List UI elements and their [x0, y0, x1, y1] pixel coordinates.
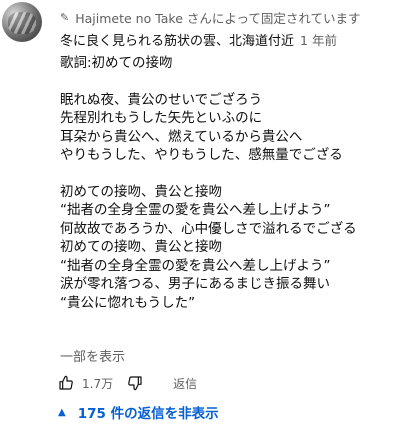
comment-header: 冬に良く見られる筋状の雲、北海道付近 1 年前	[60, 30, 337, 49]
thumbs-down-icon	[128, 376, 142, 391]
comment-text: 歌詞:初めての接吻 眠れぬ夜、貴公のせいでござろう 先程別れもうした矢先といふの…	[60, 54, 357, 312]
comment-avatar[interactable]	[2, 2, 42, 42]
comment-line-gap	[60, 165, 357, 183]
comment-line: 涙が零れ落つる、男子にあるまじき振る舞い	[60, 276, 330, 292]
comment-actions: 1.7万 返信	[58, 374, 197, 392]
pin-icon: ✎	[60, 11, 70, 24]
reply-button[interactable]: 返信	[173, 375, 197, 392]
like-count: 1.7万	[82, 376, 114, 391]
comment-line-gap	[60, 73, 357, 91]
show-less-button[interactable]: 一部を表示	[60, 346, 125, 365]
dislike-button[interactable]	[127, 375, 143, 391]
thumbs-up-icon	[59, 375, 73, 390]
comment-line: “貴公に惚れもうした”	[60, 294, 196, 311]
comment-timestamp[interactable]: 1 年前	[300, 33, 337, 48]
comment-line: “拙者の全身全霊の愛を貴公へ差し上げよう”	[60, 202, 331, 218]
pinned-indicator: ✎ Hajimete no Take さんによって固定されています	[60, 8, 361, 27]
comment-line: 初めての接吻、貴公と接吻	[60, 183, 222, 200]
caret-up-icon: ▲	[58, 406, 66, 418]
comment-line: 先程別れもうした矢先といふのに	[60, 110, 263, 126]
comment-author[interactable]: 冬に良く見られる筋状の雲、北海道付近	[60, 34, 294, 49]
comment-line: 何故故であろうか、心中優しさで溢れるでござる	[60, 220, 357, 237]
like-button[interactable]	[58, 375, 74, 391]
comment-line: やりもうした、やりもうした、感無量でござる	[60, 147, 343, 163]
comment-line: 初めての接吻、貴公と接吻	[60, 239, 222, 255]
hide-replies-button[interactable]: ▲ 175 件の返信を非表示	[58, 402, 219, 422]
comment-line: 歌詞:初めての接吻	[60, 55, 173, 71]
comment-line: 眠れぬ夜、貴公のせいでござろう	[60, 91, 263, 108]
pinned-label: Hajimete no Take さんによって固定されています	[75, 11, 361, 26]
comment-line: “拙者の全身全霊の愛を貴公へ差し上げよう”	[60, 257, 331, 274]
replies-toggle-label: 175 件の返信を非表示	[77, 406, 219, 422]
comment-line: 耳朶から貴公へ、燃えているから貴公へ	[60, 128, 303, 145]
